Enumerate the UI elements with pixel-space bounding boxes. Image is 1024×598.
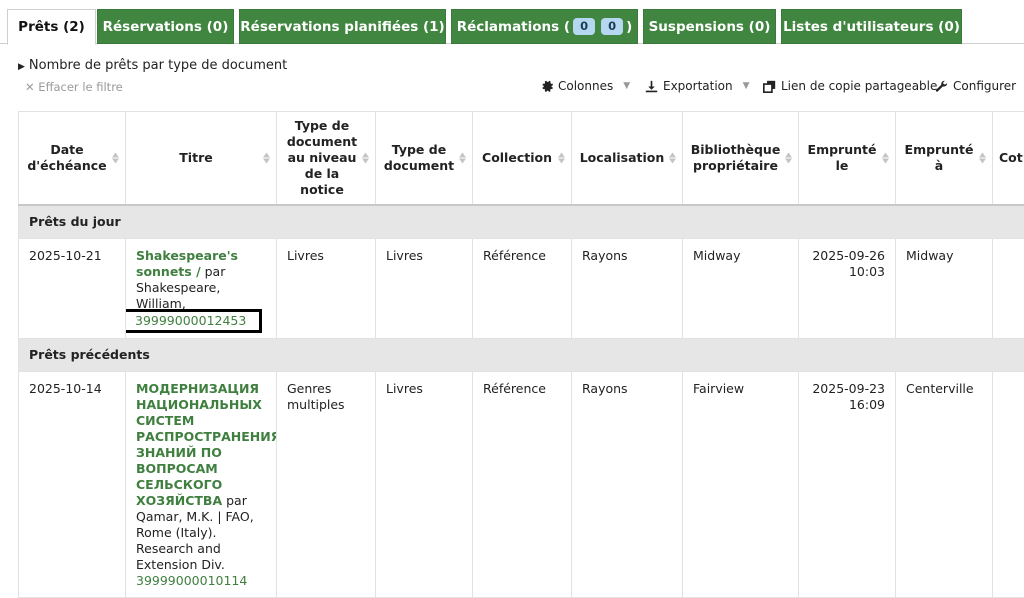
columns-label: Colonnes (558, 79, 613, 93)
group-row-previous: Prêts précédents (19, 338, 1024, 371)
export-button[interactable]: Exportation ▼ (645, 79, 750, 93)
due-date-cell: 2025-10-21 (19, 238, 126, 338)
record-itemtype-cell: Livres (277, 238, 376, 338)
tab-holds[interactable]: Réservations (0) (97, 9, 234, 44)
checkout-from-cell: Midway (896, 238, 993, 338)
checkout-date: 2025-09-26 (812, 248, 885, 263)
table-header-row: Date d'échéance Titre Type de document a… (19, 112, 1024, 205)
claims-badge-resolved: 0 (573, 18, 595, 35)
column-header-label: Type de document (384, 142, 454, 173)
tab-claims[interactable]: Réclamations ( 0 0 ) (451, 9, 638, 44)
sort-icon (362, 152, 369, 163)
sort-icon (785, 152, 792, 163)
summary-label: Nombre de prêts par type de document (29, 58, 287, 73)
share-link-button[interactable]: Lien de copie partageable (763, 79, 937, 93)
copy-icon (763, 80, 776, 93)
itemtype-cell: Livres (376, 371, 473, 597)
sort-icon (979, 152, 986, 163)
call-number-cell (993, 371, 1024, 597)
column-header-call-number[interactable]: Cot (993, 112, 1024, 205)
wrench-icon (935, 80, 948, 93)
gear-icon (540, 80, 553, 93)
column-header-home-library[interactable]: Bibliothèque propriétaire (683, 112, 799, 205)
column-header-due-date[interactable]: Date d'échéance (19, 112, 126, 205)
configure-label: Configurer (953, 79, 1016, 93)
clear-filter-link[interactable]: ✕ Effacer le filtre (25, 80, 123, 94)
chevron-down-icon: ▼ (623, 81, 630, 91)
tab-scheduled-holds[interactable]: Réservations planifiées (1) (239, 9, 446, 44)
group-row-today: Prêts du jour (19, 205, 1024, 239)
checkouts-by-itemtype-toggle[interactable]: ▶ Nombre de prêts par type de document (18, 58, 287, 73)
table-row: 2025-10-14 МОДЕРНИЗАЦИЯ НАЦИОНАЛЬНЫХ СИС… (19, 371, 1024, 597)
sort-icon (558, 152, 565, 163)
record-itemtype-cell: Genres multiples (277, 371, 376, 597)
sort-icon (459, 152, 466, 163)
group-label: Prêts précédents (19, 338, 1024, 371)
column-header-checkout-date[interactable]: Emprunté le (799, 112, 896, 205)
barcode-link[interactable]: 39999000012453 (126, 312, 260, 330)
tab-claims-label-end: ) (626, 19, 632, 35)
column-header-checkout-from[interactable]: Emprunté à (896, 112, 993, 205)
title-link[interactable]: МОДЕРНИЗАЦИЯ НАЦИОНАЛЬНЫХ СИСТЕМ РАСПРОС… (136, 381, 277, 508)
checkout-date-cell: 2025-09-26 10:03 (799, 238, 896, 338)
home-library-cell: Fairview (683, 371, 799, 597)
column-header-label: Emprunté le (808, 142, 877, 173)
tab-checkouts[interactable]: Prêts (2) (7, 9, 96, 45)
tab-bar: Prêts (2) Réservations (0) Réservations … (0, 0, 1024, 44)
column-header-record-itemtype[interactable]: Type de document au niveau de la notice (277, 112, 376, 205)
column-header-label: Type de document au niveau de la notice (287, 118, 357, 197)
share-link-label: Lien de copie partageable (781, 79, 937, 93)
location-cell: Rayons (572, 371, 683, 597)
call-number-cell (993, 238, 1024, 338)
group-label: Prêts du jour (19, 205, 1024, 239)
clear-filter-label: Effacer le filtre (38, 80, 122, 94)
chevron-down-icon: ▼ (743, 81, 750, 91)
column-header-label: Emprunté à (905, 142, 974, 173)
home-library-cell: Midway (683, 238, 799, 338)
columns-button[interactable]: Colonnes ▼ (540, 79, 630, 93)
checkout-time: 16:09 (849, 397, 885, 412)
tab-claims-label: Réclamations ( (457, 19, 570, 35)
collection-cell: Référence (473, 238, 572, 338)
download-icon (645, 80, 658, 93)
sort-icon (882, 152, 889, 163)
title-cell: МОДЕРНИЗАЦИЯ НАЦИОНАЛЬНЫХ СИСТЕМ РАСПРОС… (126, 371, 277, 597)
column-header-label: Titre (179, 150, 212, 165)
column-header-title[interactable]: Titre (126, 112, 277, 205)
checkout-from-cell: Centerville (896, 371, 993, 597)
export-label: Exportation (663, 79, 733, 93)
checkouts-table: Date d'échéance Titre Type de document a… (18, 111, 1024, 598)
tab-patron-lists[interactable]: Listes d'utilisateurs (0) (781, 9, 962, 44)
column-header-label: Collection (482, 150, 552, 165)
column-header-label: Bibliothèque propriétaire (691, 142, 781, 173)
due-date-cell: 2025-10-14 (19, 371, 126, 597)
location-cell: Rayons (572, 238, 683, 338)
checkout-date-cell: 2025-09-23 16:09 (799, 371, 896, 597)
sort-icon (669, 152, 676, 163)
collection-cell: Référence (473, 371, 572, 597)
sort-icon (112, 152, 119, 163)
barcode-link[interactable]: 39999000010114 (136, 573, 247, 588)
column-header-collection[interactable]: Collection (473, 112, 572, 205)
column-header-label: Date d'échéance (27, 142, 106, 173)
column-header-label: Cot (999, 150, 1023, 165)
claims-badge-unresolved: 0 (601, 18, 623, 35)
table-row: 2025-10-21 Shakespeare's sonnets / par S… (19, 238, 1024, 338)
configure-button[interactable]: Configurer (935, 79, 1016, 93)
column-header-itemtype[interactable]: Type de document (376, 112, 473, 205)
sort-icon (263, 152, 270, 163)
expand-triangle-icon: ▶ (18, 62, 25, 72)
close-icon: ✕ (25, 80, 35, 94)
tab-suspensions[interactable]: Suspensions (0) (643, 9, 776, 44)
column-header-label: Localisation (580, 150, 665, 165)
checkout-date: 2025-09-23 (812, 381, 885, 396)
checkout-time: 10:03 (849, 264, 885, 279)
itemtype-cell: Livres (376, 238, 473, 338)
title-cell: Shakespeare's sonnets / par Shakespeare,… (126, 238, 277, 338)
column-header-location[interactable]: Localisation (572, 112, 683, 205)
